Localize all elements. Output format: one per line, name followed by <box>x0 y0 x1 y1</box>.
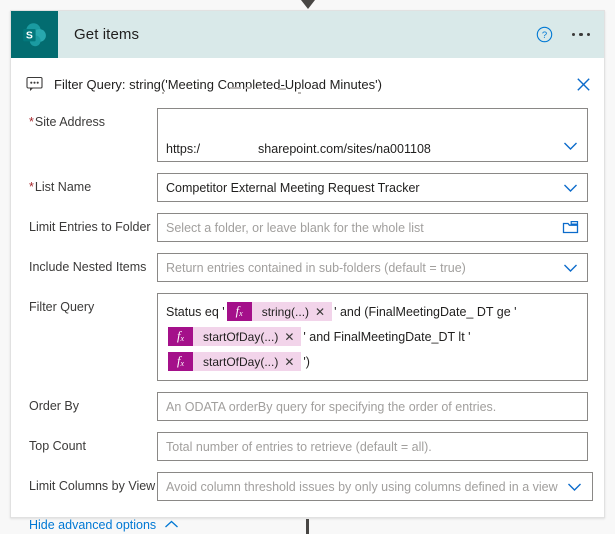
ellipsis-icon[interactable] <box>568 25 594 45</box>
site-address-value-wrap: https:/ sharepoint.com/sites/na001108 <box>166 142 553 156</box>
form-row-list-name: *List Name Competitor External Meeting R… <box>29 173 588 202</box>
fx-icon: fx <box>226 302 252 321</box>
label-text: Site Address <box>34 115 106 129</box>
svg-text:S: S <box>25 29 32 41</box>
form-row-top-count: Top Count Total number of entries to ret… <box>29 432 588 461</box>
filter-query-input[interactable]: Status eq ' fx string(...) ✕ ' and (Fina… <box>157 293 588 381</box>
flow-connector-top <box>0 0 615 10</box>
arrow-down-icon <box>301 0 315 9</box>
limit-columns-by-view-placeholder: Avoid column threshold issues by only us… <box>166 479 558 494</box>
form-row-filter-query: Filter Query Status eq ' fx string(...) … <box>29 293 588 381</box>
label-limit-columns-by-view: Limit Columns by View <box>29 479 156 493</box>
expr-text-before: Status eq ' <box>166 304 225 319</box>
form-rows: *Site Address https:/ sharepoint.com/sit… <box>11 87 604 501</box>
form-row-site-address: *Site Address https:/ sharepoint.com/sit… <box>29 87 588 162</box>
limit-columns-by-view-input[interactable]: Avoid column threshold issues by only us… <box>157 472 593 501</box>
redacted-text-specks <box>158 83 388 99</box>
chevron-down-icon[interactable] <box>561 179 579 197</box>
comment-icon <box>25 75 43 93</box>
flow-connector-bottom <box>306 519 309 534</box>
expression-token-string[interactable]: fx string(...) ✕ <box>226 302 333 321</box>
label-order-by: Order By <box>29 399 80 413</box>
filter-query-line: Status eq ' fx string(...) ✕ ' and (Fina… <box>166 299 579 324</box>
token-label: startOfDay(...) <box>203 354 279 369</box>
get-items-action-card[interactable]: S Get items ? Filter Query: string('Meet… <box>10 10 605 532</box>
help-circle-icon[interactable]: ? <box>534 25 554 45</box>
label-list-name: *List Name <box>29 173 157 194</box>
top-count-placeholder: Total number of entries to retrieve (def… <box>166 439 432 454</box>
folder-icon[interactable] <box>561 219 579 237</box>
expr-text-after: ' and (FinalMeetingDate_ DT ge ' <box>334 304 517 319</box>
include-nested-items-placeholder: Return entries contained in sub-folders … <box>166 260 466 275</box>
card-body: Filter Query: string('Meeting Completed-… <box>11 64 604 532</box>
order-by-placeholder: An ODATA orderBy query for specifying th… <box>166 399 497 414</box>
chevron-down-icon[interactable] <box>561 137 579 155</box>
form-row-order-by: Order By An ODATA orderBy query for spec… <box>29 392 588 421</box>
close-icon[interactable]: ✕ <box>284 331 301 343</box>
form-row-limit-columns-by-view: Limit Columns by View Avoid column thres… <box>29 472 593 501</box>
label-text: List Name <box>34 180 92 194</box>
limit-entries-to-folder-placeholder: Select a folder, or leave blank for the … <box>166 220 424 235</box>
label-top-count: Top Count <box>29 439 86 453</box>
token-label: string(...) <box>261 304 310 319</box>
form-row-limit-entries-to-folder: Limit Entries to Folder Select a folder,… <box>29 213 588 242</box>
required-asterisk: * <box>29 115 34 129</box>
fx-icon: fx <box>168 352 193 371</box>
token-label: startOfDay(...) <box>203 329 279 344</box>
site-address-value-prefix: https:/ <box>166 142 201 156</box>
limit-entries-to-folder-input[interactable]: Select a folder, or leave blank for the … <box>157 213 588 242</box>
label-site-address: *Site Address <box>29 108 157 129</box>
chevron-up-icon <box>164 518 179 532</box>
sharepoint-icon: S <box>11 11 58 58</box>
label-limit-entries-to-folder: Limit Entries to Folder <box>29 220 151 234</box>
filter-query-line: fx startOfDay(...) ✕ ') <box>166 349 579 374</box>
include-nested-items-input[interactable]: Return entries contained in sub-folders … <box>157 253 588 282</box>
label-filter-query: Filter Query <box>29 300 95 314</box>
label-include-nested-items: Include Nested Items <box>29 260 147 274</box>
site-address-value-suffix: sharepoint.com/sites/na001108 <box>258 142 431 156</box>
list-name-input[interactable]: Competitor External Meeting Request Trac… <box>157 173 588 202</box>
expression-token-startofday-1[interactable]: fx startOfDay(...) ✕ <box>168 327 302 346</box>
expression-token-startofday-2[interactable]: fx startOfDay(...) ✕ <box>168 352 302 371</box>
close-icon[interactable]: ✕ <box>284 356 301 368</box>
hide-advanced-options-link[interactable]: Hide advanced options <box>11 512 179 532</box>
expr-text-after: ' and FinalMeetingDate_DT lt ' <box>303 329 471 344</box>
close-icon[interactable] <box>573 74 593 94</box>
site-address-input[interactable]: https:/ sharepoint.com/sites/na001108 <box>157 87 588 162</box>
close-icon[interactable]: ✕ <box>315 306 332 318</box>
chevron-down-icon[interactable] <box>561 259 579 277</box>
svg-text:?: ? <box>541 30 546 41</box>
form-row-include-nested-items: Include Nested Items Return entries cont… <box>29 253 588 282</box>
filter-query-line: fx startOfDay(...) ✕ ' and FinalMeetingD… <box>166 324 579 349</box>
order-by-input[interactable]: An ODATA orderBy query for specifying th… <box>157 392 588 421</box>
top-count-input[interactable]: Total number of entries to retrieve (def… <box>157 432 588 461</box>
hide-advanced-options-label: Hide advanced options <box>29 518 157 532</box>
card-title: Get items <box>74 26 140 43</box>
fx-icon: fx <box>168 327 193 346</box>
required-asterisk: * <box>29 180 34 194</box>
card-header[interactable]: S Get items ? <box>11 11 604 58</box>
list-name-value: Competitor External Meeting Request Trac… <box>166 180 420 195</box>
chevron-down-icon[interactable] <box>566 478 584 496</box>
header-actions[interactable]: ? <box>534 11 594 58</box>
expr-text-after: ') <box>303 354 310 369</box>
